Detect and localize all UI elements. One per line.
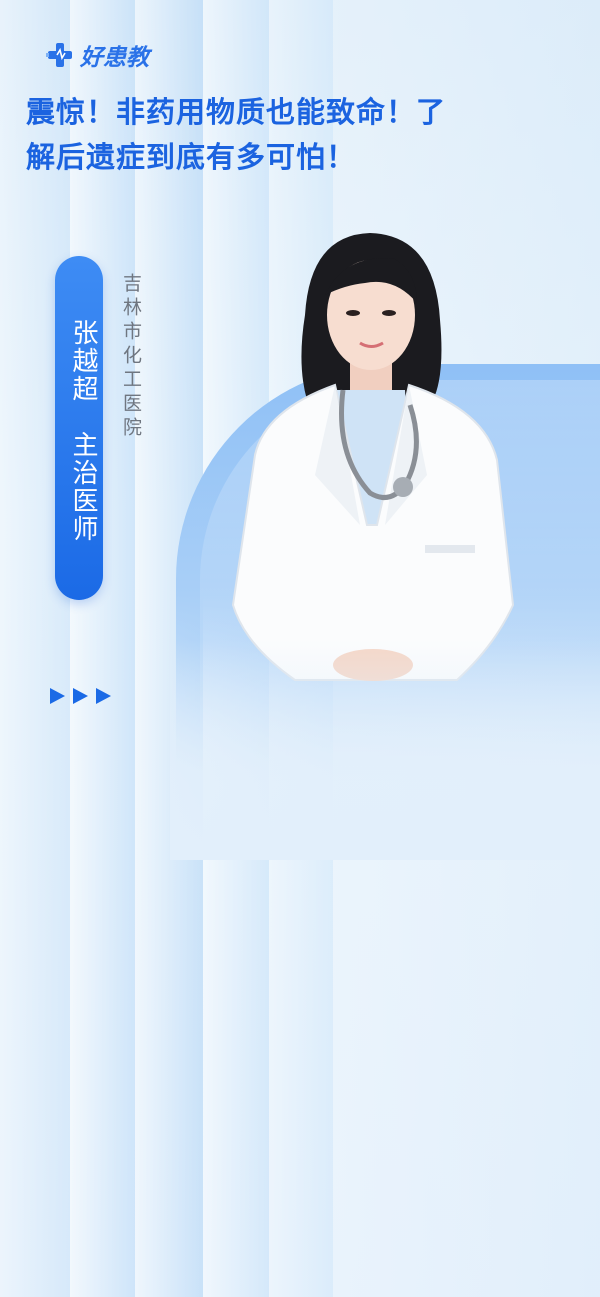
title-line-2: 解后遗症到底有多可怕！ — [26, 140, 357, 174]
stripe — [70, 0, 135, 1297]
doctor-name-title: 张越超 主治医师 — [68, 319, 98, 543]
page-title: 震惊！非药用物质也能致命！了 解后遗症到底有多可怕！ — [26, 90, 526, 180]
doctor-name-badge: 张越超 主治医师 — [55, 256, 103, 600]
arrow-decor — [50, 688, 111, 704]
portrait-fade — [170, 640, 600, 860]
stripe — [0, 0, 70, 1297]
title-line-1: 震惊！非药用物质也能致命！了 — [26, 95, 447, 129]
hospital-name: 吉林市化工医院 — [120, 273, 142, 441]
play-arrow-icon — [96, 688, 111, 704]
plus-chart-logo-icon — [46, 43, 72, 67]
brand-name: 好患教 — [80, 45, 149, 71]
doctor-portrait-image — [231, 233, 515, 681]
play-arrow-icon — [50, 688, 65, 704]
brand-logo: 好患教 — [44, 38, 149, 72]
play-arrow-icon — [73, 688, 88, 704]
